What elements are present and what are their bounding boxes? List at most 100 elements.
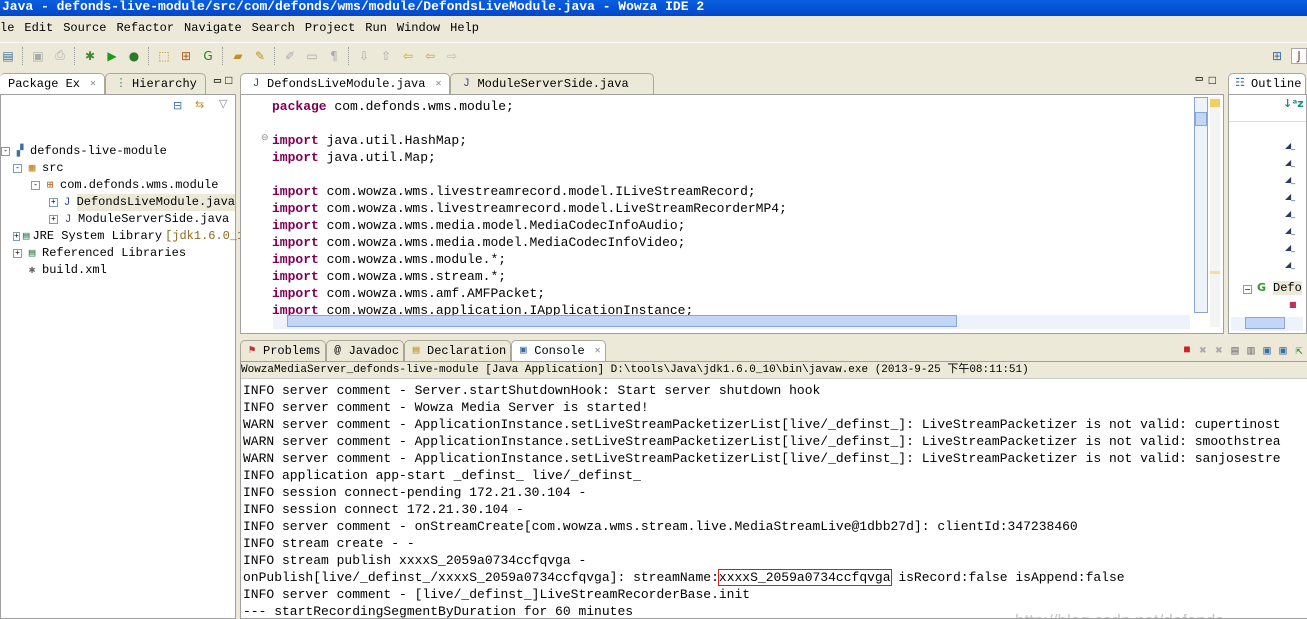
code-line: import java.util.Map;: [272, 149, 787, 166]
open-type-icon[interactable]: ▰: [230, 48, 246, 64]
package-tree: ⊟ ⇆ ▽ - ▞ defonds-live-module - ▦ src - ⊞ com.de…: [0, 94, 251, 619]
collapse-all-icon[interactable]: ⊟: [173, 99, 182, 112]
maximize-icon[interactable]: □: [1209, 74, 1216, 88]
pin-console-icon[interactable]: ⇱: [1291, 342, 1307, 358]
tab-problems[interactable]: ⚑ Problems: [240, 340, 326, 361]
tree-item[interactable]: ✱ build.xml: [1, 262, 235, 279]
tab-declaration[interactable]: ▤ Declaration: [404, 340, 512, 361]
vertical-scrollbar[interactable]: [1194, 97, 1208, 313]
menu-window[interactable]: Window: [393, 18, 446, 38]
menu-source[interactable]: Source: [59, 18, 112, 38]
horizontal-scrollbar[interactable]: [273, 315, 1190, 329]
sort-icon[interactable]: ↓ᵃz: [1283, 97, 1304, 110]
outline-horizontal-scrollbar[interactable]: [1231, 317, 1303, 331]
new-package-icon[interactable]: ⊞: [178, 48, 194, 64]
tree-item[interactable]: + ▤ JRE System Library [jdk1.6.0_10: [1, 228, 251, 245]
code-text: java.util.Map;: [318, 150, 436, 165]
tab-moduleserverside[interactable]: J ModuleServerSide.java: [450, 73, 654, 94]
link-with-editor-icon[interactable]: ⇆: [195, 98, 204, 111]
tab-package-explorer[interactable]: Package Ex ✕: [0, 73, 106, 94]
tree-item[interactable]: + ▤ Referenced Libraries: [1, 245, 235, 262]
minimize-icon[interactable]: ▭: [214, 73, 221, 88]
print-icon[interactable]: ⎙: [52, 48, 68, 64]
tab-javadoc[interactable]: @ Javadoc: [325, 340, 405, 361]
expand-toggle[interactable]: +: [49, 198, 58, 207]
new-icon[interactable]: ▤: [0, 48, 16, 64]
menu-file[interactable]: le: [0, 18, 20, 38]
code-line: import com.wowza.wms.media.model.MediaCo…: [272, 217, 787, 234]
tab-defondslivemodule[interactable]: J DefondsLiveModule.java ✕: [240, 73, 451, 94]
new-class-icon[interactable]: G: [200, 48, 216, 64]
search-icon[interactable]: ✎: [252, 48, 268, 64]
collapse-toggle[interactable]: -: [1, 147, 10, 156]
clear-console-icon[interactable]: ▤: [1227, 342, 1243, 358]
tree-item[interactable]: - ▦ src: [1, 160, 235, 177]
code-editor[interactable]: ⊖ package com.defonds.wms.module; import …: [240, 94, 1224, 334]
fold-marker-icon[interactable]: ⊖: [261, 133, 269, 143]
console-line: onPublish[live/_definst_/xxxxS_2059a0734…: [243, 569, 1281, 586]
show-whitespace-icon[interactable]: ¶: [326, 48, 342, 64]
console-line: INFO server comment - Wowza Media Server…: [243, 400, 649, 415]
code-line: import com.wowza.wms.amf.AMFPacket;: [272, 285, 787, 302]
menu-navigate[interactable]: Navigate: [180, 18, 248, 38]
console-line: INFO session connect-pending 172.21.30.1…: [243, 485, 587, 500]
tab-hierarchy[interactable]: ⋮ Hierarchy: [105, 73, 206, 94]
tree-item[interactable]: - ⊞ com.defonds.wms.module: [1, 177, 235, 194]
open-perspective-icon[interactable]: ⊞: [1269, 48, 1285, 64]
collapse-toggle[interactable]: −: [1243, 285, 1252, 294]
expand-toggle[interactable]: +: [13, 232, 20, 241]
java-perspective-icon[interactable]: J: [1291, 47, 1307, 64]
back-icon[interactable]: ⇦: [422, 48, 438, 64]
tree-item[interactable]: + J DefondsLiveModule.java: [1, 194, 235, 211]
open-console-icon[interactable]: ▣: [1275, 342, 1291, 358]
tree-item[interactable]: - ▞ defonds-live-module: [1, 143, 235, 160]
console-output[interactable]: WowzaMediaServer_defonds-live-module [Ja…: [240, 361, 1307, 619]
remove-all-terminated-icon[interactable]: ✖: [1211, 342, 1227, 358]
tree-item[interactable]: + J ModuleServerSide.java: [1, 211, 235, 228]
toolbar-separator: [222, 46, 224, 65]
code-text: java.util.HashMap;: [318, 133, 468, 148]
menu-project[interactable]: Project: [301, 18, 361, 38]
import-icon: ◢_: [1285, 209, 1296, 218]
collapse-toggle[interactable]: -: [13, 164, 22, 173]
code-line: import com.wowza.wms.livestreamrecord.mo…: [272, 183, 787, 200]
console-text: isRecord:false isAppend:false: [890, 570, 1125, 585]
tab-outline[interactable]: ☷ Outline: [1228, 73, 1307, 94]
minimize-icon[interactable]: ▭: [1196, 71, 1203, 86]
scroll-lock-icon[interactable]: ▥: [1243, 342, 1259, 358]
close-icon[interactable]: ✕: [435, 78, 441, 90]
close-icon[interactable]: ✕: [595, 345, 601, 357]
toggle-mark-icon[interactable]: ✐: [282, 48, 298, 64]
last-edit-icon[interactable]: ⇦: [400, 48, 416, 64]
expand-toggle[interactable]: +: [49, 215, 58, 224]
external-tools-icon[interactable]: ●: [126, 48, 142, 64]
collapse-toggle[interactable]: -: [31, 181, 40, 190]
console-header: WowzaMediaServer_defonds-live-module [Ja…: [241, 362, 1307, 379]
close-icon[interactable]: ✕: [90, 78, 96, 90]
expand-toggle[interactable]: +: [13, 249, 22, 258]
maximize-icon[interactable]: □: [225, 74, 232, 88]
menu-search[interactable]: Search: [248, 18, 301, 38]
tab-label: Hierarchy: [132, 77, 197, 91]
tree-item-label: JRE System Library: [32, 229, 163, 243]
block-selection-icon[interactable]: ▭: [304, 48, 320, 64]
library-icon: ▤: [22, 230, 30, 243]
new-java-project-icon[interactable]: ⬚: [156, 48, 172, 64]
outline-class-label[interactable]: Defo: [1273, 281, 1302, 295]
remove-launch-icon[interactable]: ✖: [1195, 342, 1211, 358]
view-menu-icon[interactable]: ▽: [219, 97, 227, 110]
run-icon[interactable]: ▶: [104, 48, 120, 64]
menu-help[interactable]: Help: [446, 18, 485, 38]
debug-icon[interactable]: ✱: [82, 48, 98, 64]
forward-icon[interactable]: ⇨: [444, 48, 460, 64]
menu-edit[interactable]: Edit: [20, 18, 59, 38]
next-annotation-icon[interactable]: ⇩: [356, 48, 372, 64]
menu-run[interactable]: Run: [361, 18, 393, 38]
previous-annotation-icon[interactable]: ⇧: [378, 48, 394, 64]
tab-console[interactable]: ▣ Console ✕: [511, 340, 606, 361]
terminate-icon[interactable]: ■: [1179, 342, 1195, 358]
save-icon[interactable]: ▣: [30, 48, 46, 64]
display-selected-console-icon[interactable]: ▣: [1259, 342, 1275, 358]
menu-refactor[interactable]: Refactor: [112, 18, 180, 38]
